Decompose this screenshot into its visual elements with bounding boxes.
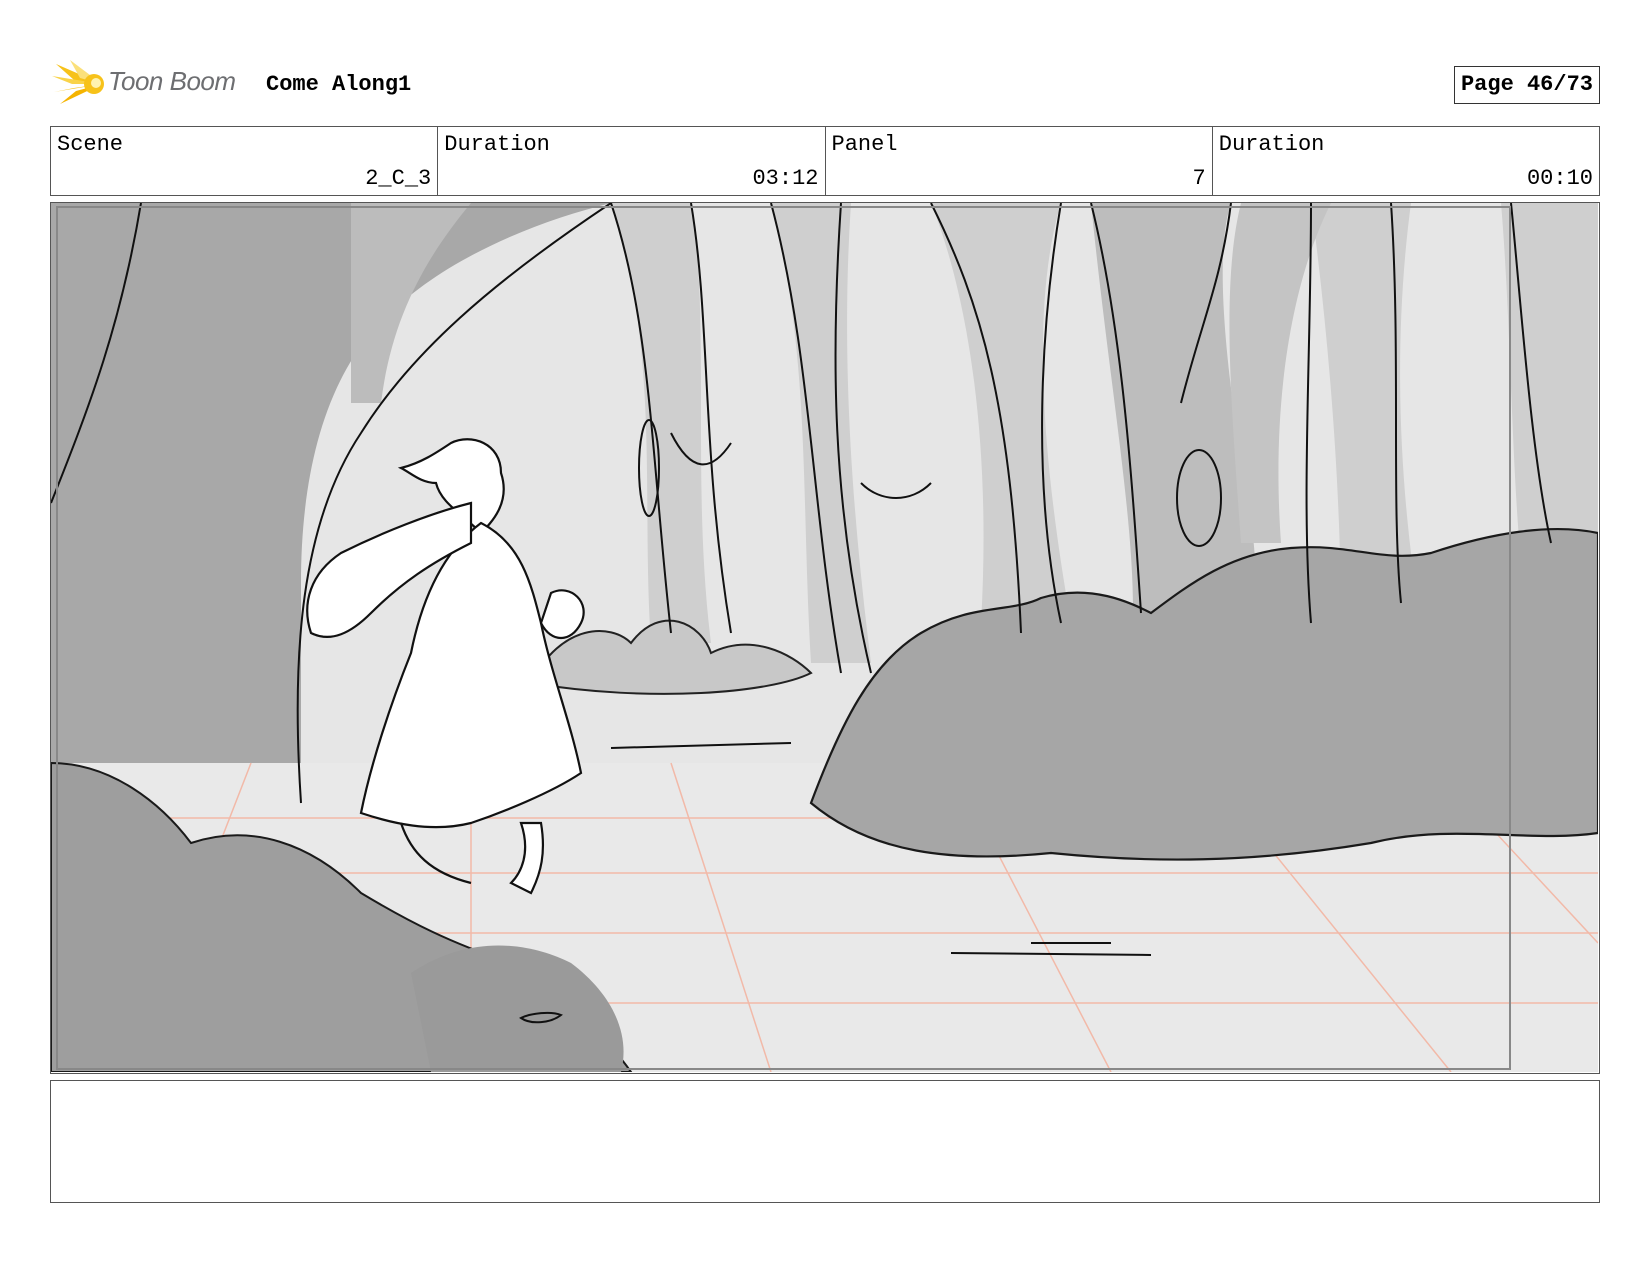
panel-sketch-image xyxy=(51,203,1598,1072)
panel-cell: Panel 7 xyxy=(826,127,1213,195)
scene-info-table: Scene 2_C_3 Duration 03:12 Panel 7 Durat… xyxy=(50,126,1600,196)
panel-label: Panel xyxy=(831,132,898,157)
scene-duration-label: Duration xyxy=(444,132,550,157)
storyboard-header: Toon Boom Come Along1 Page 46/73 xyxy=(52,58,1600,108)
scene-duration-value: 03:12 xyxy=(752,166,819,191)
project-title: Come Along1 xyxy=(266,72,412,97)
sunburst-icon xyxy=(52,60,104,104)
page-number: Page 46/73 xyxy=(1453,66,1600,104)
toon-boom-logo: Toon Boom xyxy=(52,58,252,108)
panel-value: 7 xyxy=(1192,166,1206,191)
scene-label: Scene xyxy=(57,132,124,157)
scene-value: 2_C_3 xyxy=(365,166,432,191)
panel-duration-label: Duration xyxy=(1218,132,1325,157)
panel-notes-box xyxy=(50,1080,1600,1203)
scene-cell: Scene 2_C_3 xyxy=(51,127,439,195)
storyboard-panel xyxy=(50,202,1600,1074)
panel-duration-cell: Duration 00:10 xyxy=(1213,127,1599,195)
panel-duration-value: 00:10 xyxy=(1526,166,1593,191)
logo-text: Toon Boom xyxy=(108,66,236,96)
scene-duration-cell: Duration 03:12 xyxy=(438,127,826,195)
